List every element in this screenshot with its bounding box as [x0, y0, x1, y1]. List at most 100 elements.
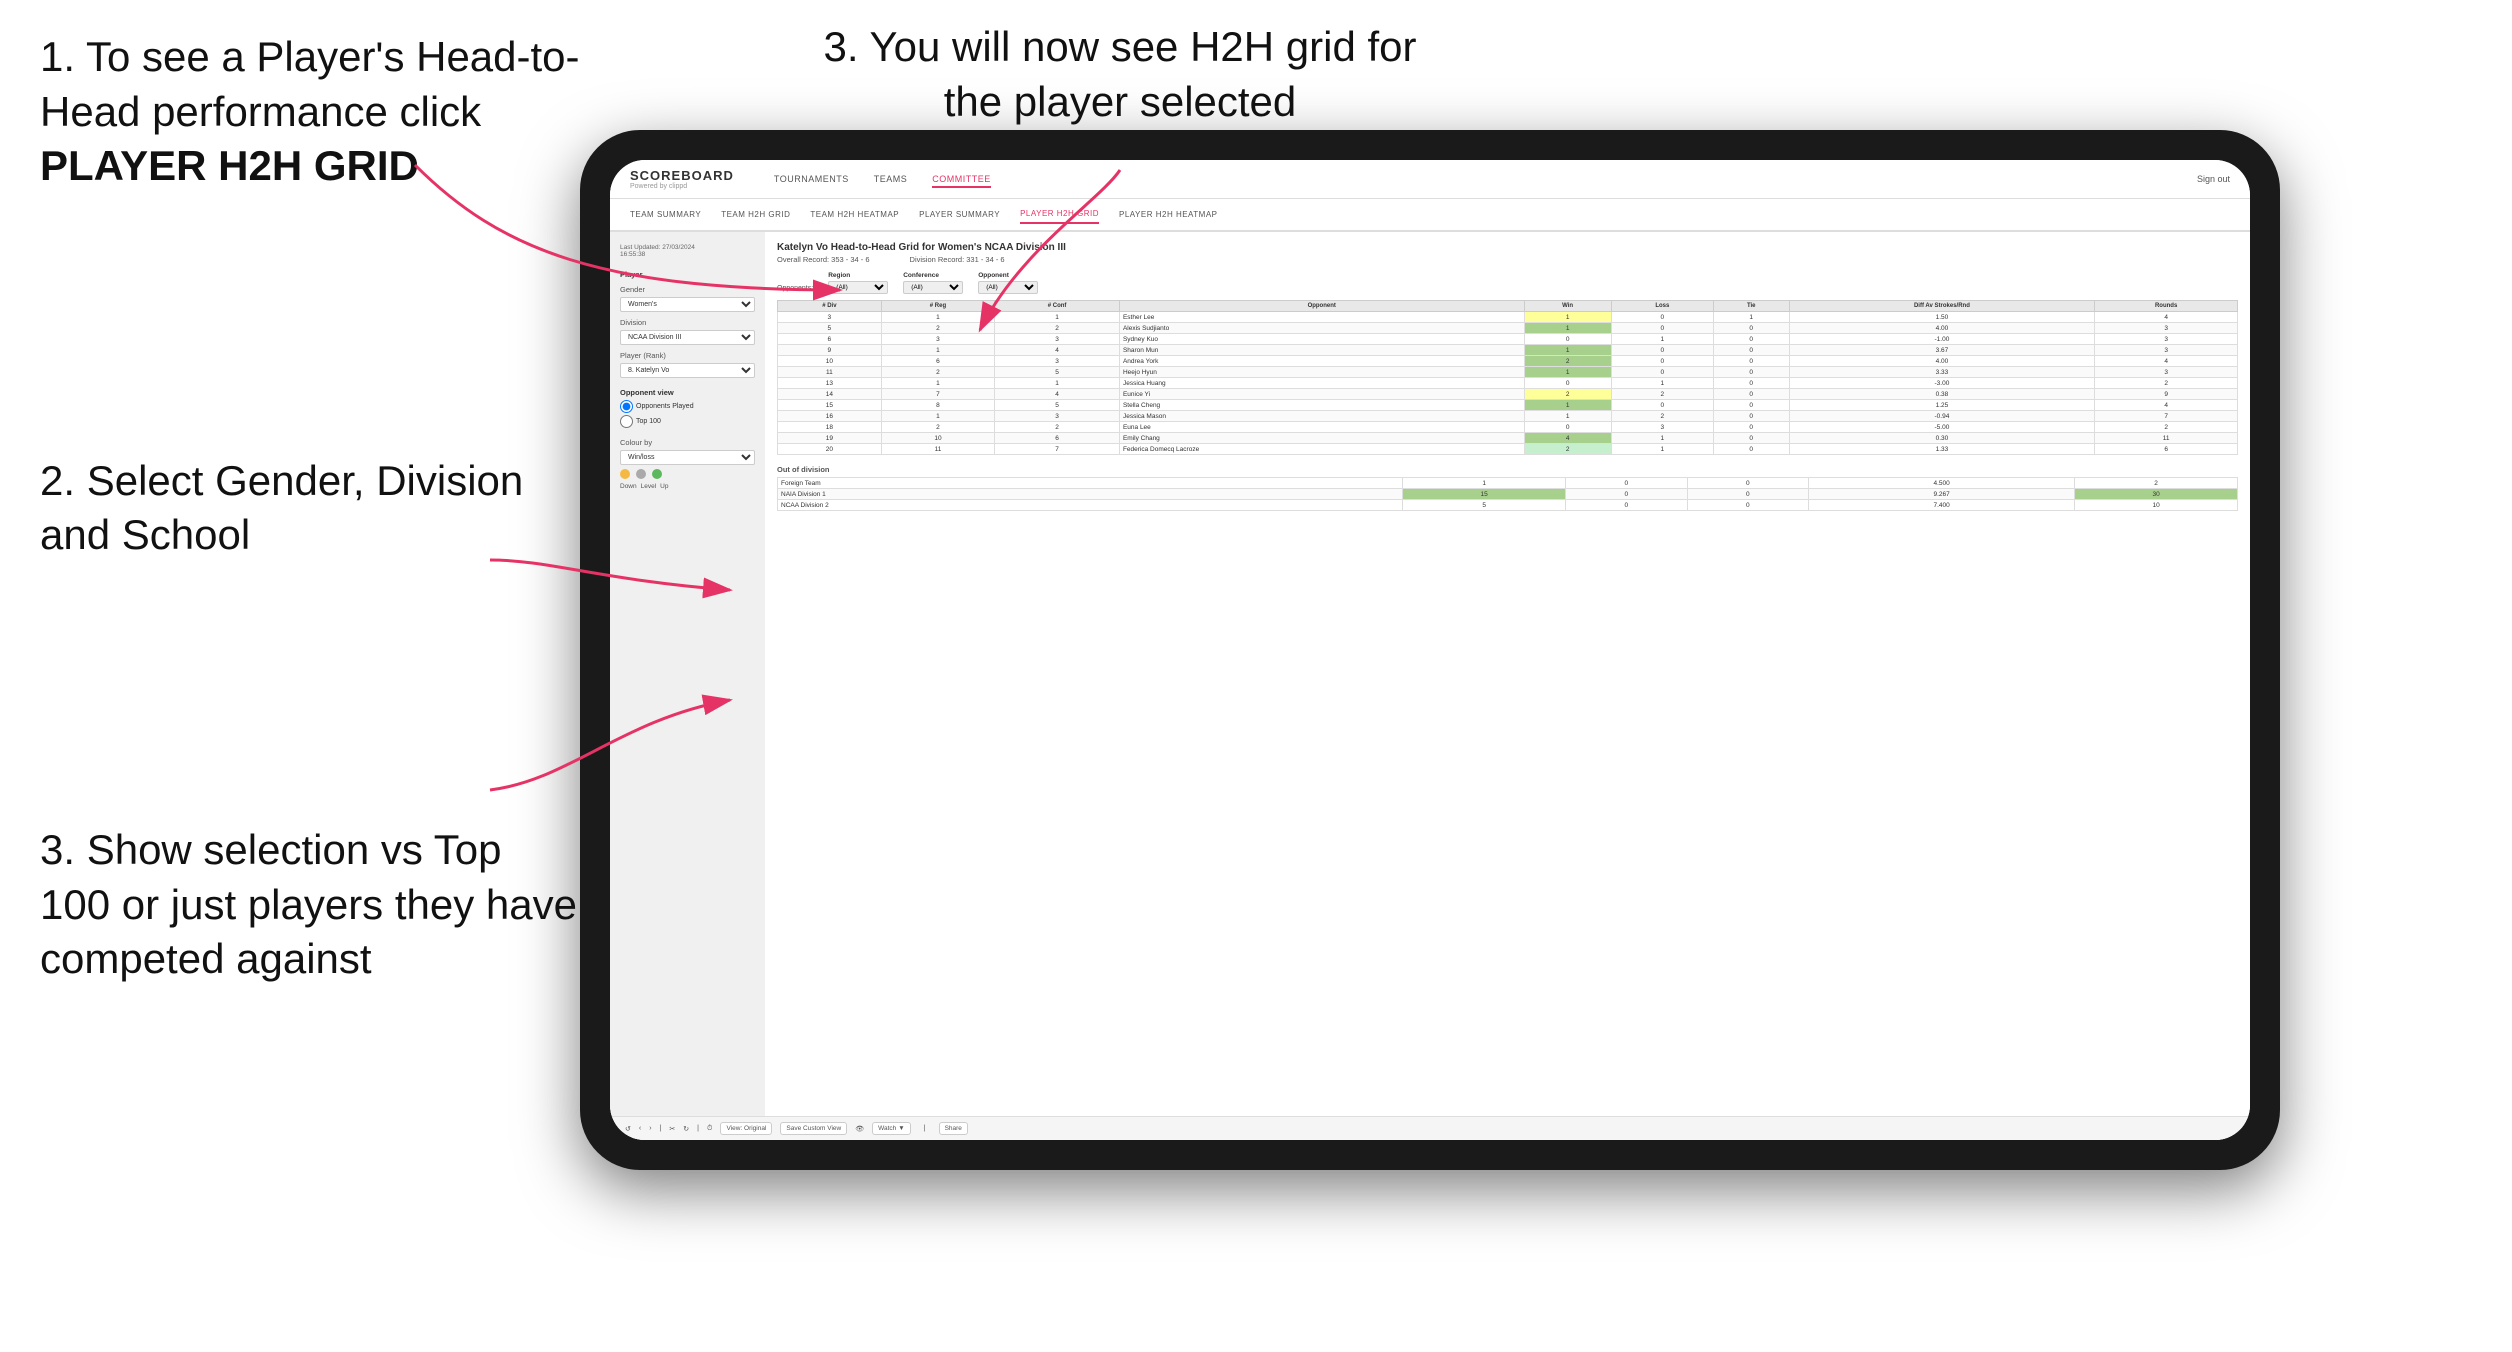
- cell-diff: 4.00: [1789, 356, 2095, 367]
- sub-nav-player-summary[interactable]: PLAYER SUMMARY: [919, 206, 1000, 223]
- ood-table-row: NCAA Division 2 5 0 0 7.400 10: [778, 500, 2238, 511]
- ood-cell-opponent: Foreign Team: [778, 478, 1403, 489]
- view-original-btn[interactable]: View: Original: [720, 1122, 772, 1135]
- sidebar-player-rank-label: Player (Rank): [620, 351, 755, 360]
- step3-right-text: 3. You will now see H2H grid for the pla…: [820, 20, 1420, 129]
- cell-opponent: Stella Cheng: [1119, 400, 1524, 411]
- cell-diff: 4.00: [1789, 323, 2095, 334]
- back-icon[interactable]: ‹: [639, 1125, 641, 1132]
- cell-reg: 2: [881, 367, 994, 378]
- cell-win: 4: [1524, 433, 1611, 444]
- cell-conf: 7: [995, 444, 1120, 455]
- cell-opponent: Emily Chang: [1119, 433, 1524, 444]
- cell-div: 3: [778, 312, 882, 323]
- cell-loss: 2: [1611, 389, 1713, 400]
- out-of-division: Out of division Foreign Team 1 0 0 4.500…: [777, 465, 2238, 511]
- cell-win: 0: [1524, 422, 1611, 433]
- cell-rounds: 4: [2095, 400, 2238, 411]
- colour-label: Colour by: [620, 438, 755, 447]
- cell-win: 1: [1524, 400, 1611, 411]
- filter-conference-select[interactable]: (All): [903, 281, 963, 294]
- cell-div: 18: [778, 422, 882, 433]
- forward-icon[interactable]: ›: [649, 1125, 651, 1132]
- save-custom-view-btn[interactable]: Save Custom View: [780, 1122, 847, 1135]
- ood-cell-tie: 0: [1687, 478, 1808, 489]
- bottom-toolbar: ↺ ‹ › | ✂ ↻ | ⏱ View: Original Save Cust…: [610, 1116, 2250, 1140]
- cell-tie: 1: [1713, 312, 1789, 323]
- cell-win: 2: [1524, 389, 1611, 400]
- sidebar-player-rank-select[interactable]: 8. Katelyn Vo: [620, 363, 755, 378]
- cell-loss: 0: [1611, 356, 1713, 367]
- cell-rounds: 6: [2095, 444, 2238, 455]
- table-row: 9 1 4 Sharon Mun 1 0 0 3.67 3: [778, 345, 2238, 356]
- cell-win: 1: [1524, 323, 1611, 334]
- cell-reg: 6: [881, 356, 994, 367]
- cell-rounds: 3: [2095, 367, 2238, 378]
- filter-opponent-label: Opponent: [978, 272, 1038, 279]
- sub-nav-player-h2h-grid[interactable]: PLAYER H2H GRID: [1020, 205, 1099, 224]
- cell-opponent: Andrea York: [1119, 356, 1524, 367]
- colour-select[interactable]: Win/loss: [620, 450, 755, 465]
- cell-loss: 2: [1611, 411, 1713, 422]
- cell-tie: 0: [1713, 422, 1789, 433]
- ood-cell-loss: 0: [1566, 478, 1687, 489]
- filter-region: Region (All): [828, 272, 888, 294]
- cell-opponent: Alexis Sudjianto: [1119, 323, 1524, 334]
- step2-text: 2. Select Gender, Division and School: [40, 454, 580, 563]
- ood-cell-tie: 0: [1687, 500, 1808, 511]
- cell-div: 15: [778, 400, 882, 411]
- sidebar-gender-select[interactable]: Women's: [620, 297, 755, 312]
- table-row: 15 8 5 Stella Cheng 1 0 0 1.25 4: [778, 400, 2238, 411]
- ood-cell-rounds: 2: [2075, 478, 2238, 489]
- cut-icon[interactable]: ✂: [669, 1125, 675, 1133]
- top-right-instruction: 3. You will now see H2H grid for the pla…: [820, 20, 1420, 129]
- cell-opponent: Jessica Mason: [1119, 411, 1524, 422]
- col-rounds: Rounds: [2095, 301, 2238, 312]
- cell-loss: 0: [1611, 367, 1713, 378]
- filter-conference-label: Conference: [903, 272, 963, 279]
- ood-cell-win: 15: [1403, 489, 1566, 500]
- cell-reg: 3: [881, 334, 994, 345]
- nav-sign-out[interactable]: Sign out: [2197, 174, 2230, 184]
- colour-dots: [620, 469, 755, 479]
- radio-top100[interactable]: Top 100: [620, 415, 755, 428]
- sub-nav-team-h2h-grid[interactable]: TEAM H2H GRID: [721, 206, 790, 223]
- filter-region-label: Region: [828, 272, 888, 279]
- logo-sub: Powered by clippd: [630, 183, 734, 190]
- share-btn[interactable]: Share: [939, 1122, 968, 1135]
- cell-reg: 2: [881, 323, 994, 334]
- cell-rounds: 2: [2095, 378, 2238, 389]
- nav-committee[interactable]: COMMITTEE: [932, 170, 991, 188]
- sidebar-division-select[interactable]: NCAA Division III: [620, 330, 755, 345]
- cell-div: 20: [778, 444, 882, 455]
- cell-diff: 1.25: [1789, 400, 2095, 411]
- opponents-label: Opponents:: [777, 285, 813, 294]
- eye-icon: 👁: [855, 1125, 864, 1133]
- col-reg: # Reg: [881, 301, 994, 312]
- filter-opponent-select[interactable]: (All): [978, 281, 1038, 294]
- cell-reg: 1: [881, 345, 994, 356]
- cell-reg: 11: [881, 444, 994, 455]
- cell-rounds: 9: [2095, 389, 2238, 400]
- table-row: 20 11 7 Federica Domecq Lacroze 2 1 0 1.…: [778, 444, 2238, 455]
- ood-table-row: NAIA Division 1 15 0 0 9.267 30: [778, 489, 2238, 500]
- sub-nav-team-h2h-heatmap[interactable]: TEAM H2H HEATMAP: [810, 206, 899, 223]
- sub-nav-team-summary[interactable]: TEAM SUMMARY: [630, 206, 701, 223]
- undo-icon[interactable]: ↺: [625, 1125, 631, 1133]
- radio-opponents-played[interactable]: Opponents Played: [620, 400, 755, 413]
- instruction-3-left: 3. Show selection vs Top 100 or just pla…: [40, 823, 580, 987]
- up-dot: [652, 469, 662, 479]
- nav-teams[interactable]: TEAMS: [874, 170, 908, 188]
- filter-region-select[interactable]: (All): [828, 281, 888, 294]
- cell-diff: 1.33: [1789, 444, 2095, 455]
- col-div: # Div: [778, 301, 882, 312]
- step1-bold: PLAYER H2H GRID: [40, 139, 580, 194]
- tablet-screen: SCOREBOARD Powered by clippd TOURNAMENTS…: [610, 160, 2250, 1140]
- sub-nav-player-h2h-heatmap[interactable]: PLAYER H2H HEATMAP: [1119, 206, 1218, 223]
- watch-btn[interactable]: Watch ▼: [872, 1122, 911, 1135]
- cell-reg: 2: [881, 422, 994, 433]
- refresh-icon[interactable]: ↻: [683, 1125, 689, 1133]
- cell-rounds: 4: [2095, 356, 2238, 367]
- nav-tournaments[interactable]: TOURNAMENTS: [774, 170, 849, 188]
- cell-conf: 5: [995, 400, 1120, 411]
